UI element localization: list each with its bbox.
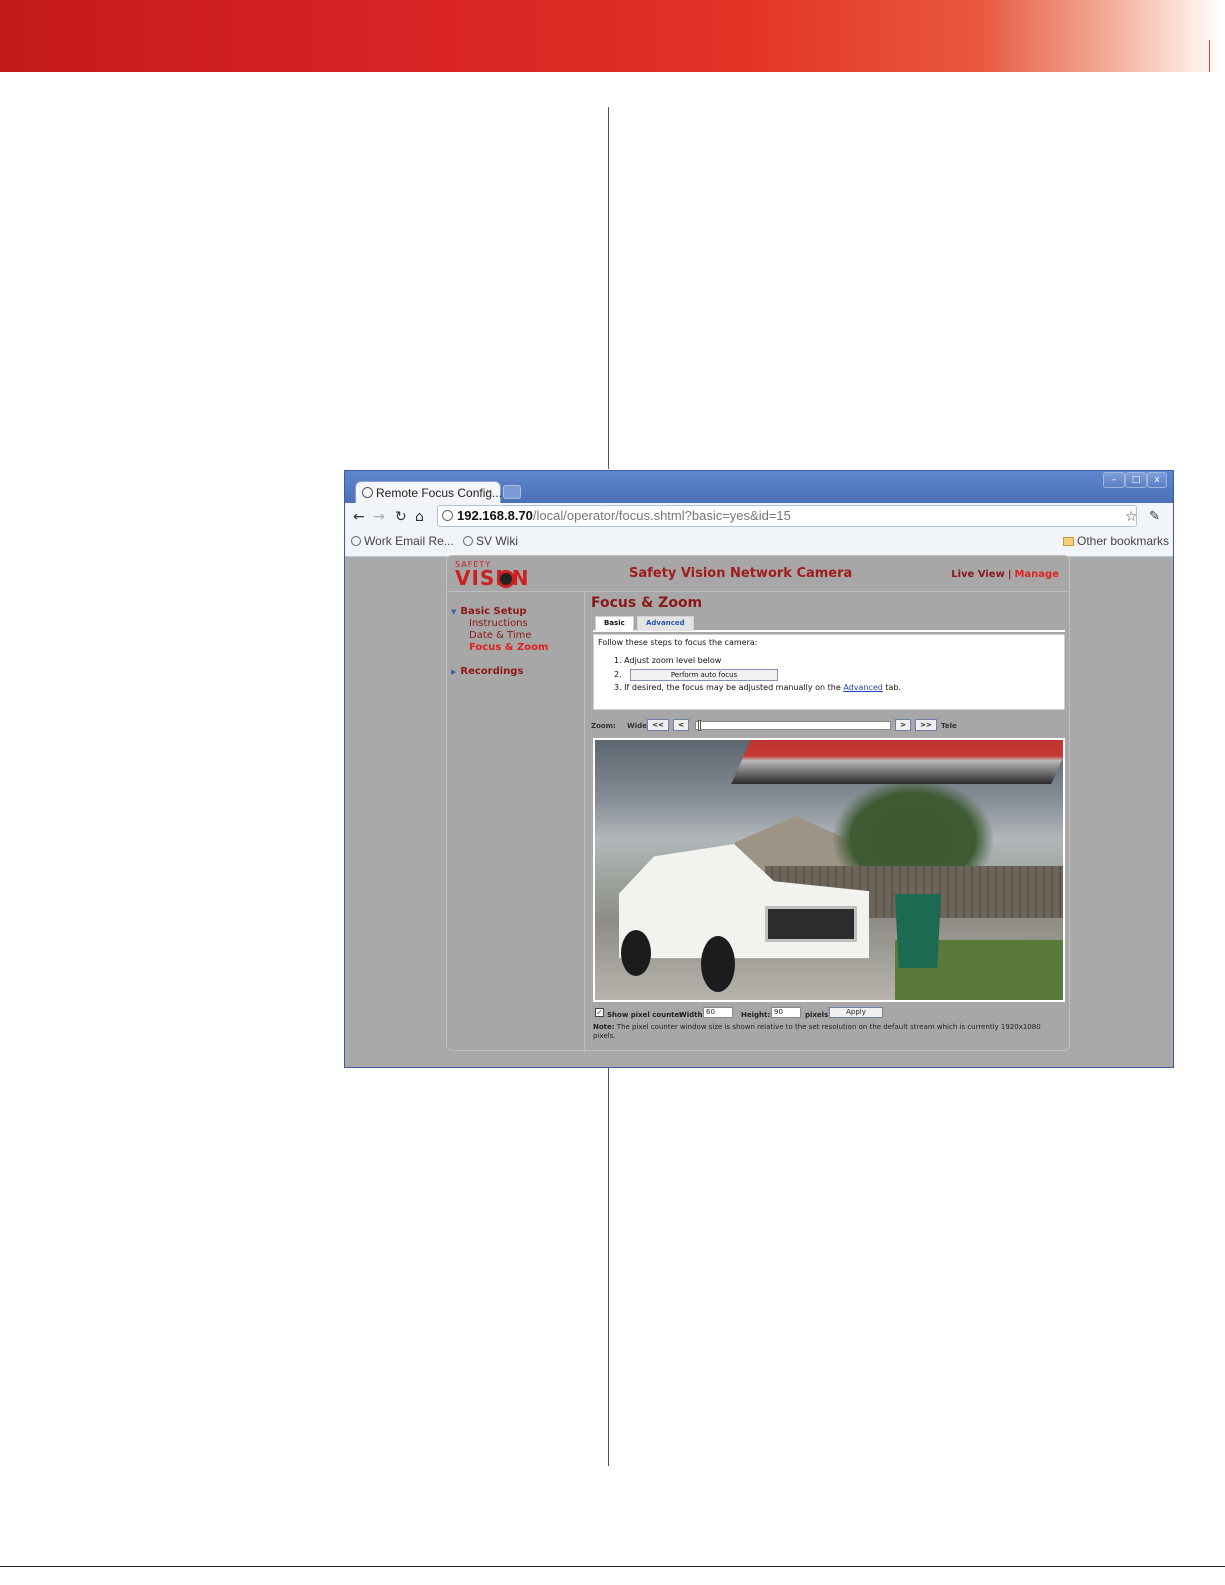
camera-video-feed	[593, 738, 1065, 1002]
column-divider-bottom	[608, 1068, 609, 1466]
top-links: Live View | Manage	[951, 569, 1059, 580]
logo-eye-icon	[497, 570, 515, 588]
perform-auto-focus-button[interactable]: Perform auto focus	[630, 669, 778, 681]
forward-arrow-icon[interactable]: →	[373, 509, 385, 525]
logo-vision-text: VISI N	[455, 566, 530, 590]
footer-rule	[0, 1566, 1225, 1567]
instructions-intro: Follow these steps to focus the camera:	[598, 638, 758, 647]
browser-tab[interactable]: Remote Focus Config... ×	[355, 481, 503, 505]
sidebar-section-recordings[interactable]: ▶ Recordings	[451, 666, 523, 677]
page-info-icon	[442, 510, 453, 521]
close-window-button[interactable]: x	[1147, 472, 1167, 488]
video-truck-wheel	[621, 930, 651, 976]
advanced-tab-link[interactable]: Advanced	[843, 683, 883, 692]
note-label: Note:	[593, 1023, 615, 1031]
bookmark-label: Work Email Re...	[364, 534, 454, 548]
folder-icon	[1063, 537, 1074, 546]
minimize-button[interactable]: –	[1103, 472, 1125, 488]
app-header: SAFETY VISI N Safety Vision Network Came…	[447, 556, 1069, 592]
url-path: /local/operator/focus.shtml?basic=yes&id…	[532, 508, 791, 523]
pixel-counter-controls: ✓ Show pixel counter Width: 60 Height: 9…	[593, 1006, 1067, 1022]
width-label: Width:	[679, 1011, 706, 1019]
instruction-step-1: 1. Adjust zoom level below	[614, 656, 722, 665]
zoom-fast-forward-button[interactable]: >>	[915, 719, 937, 731]
home-icon[interactable]: ⌂	[415, 509, 424, 525]
expand-arrow-icon: ▼	[451, 608, 457, 616]
bookmark-sv-wiki[interactable]: SV Wiki	[463, 534, 518, 548]
zoom-back-button[interactable]: <	[673, 719, 689, 731]
sidebar-item-instructions[interactable]: Instructions	[469, 618, 528, 629]
browser-toolbar: ← → ↻ ⌂ 192.168.8.70/local/operator/focu…	[345, 503, 1173, 557]
note-text: The pixel counter window size is shown r…	[593, 1023, 1041, 1040]
main-content: Focus & Zoom Basic Advanced Follow these…	[589, 592, 1067, 1050]
column-divider-top	[608, 107, 609, 469]
document-page: Remote Focus Config... × – □ x ← → ↻ ⌂ 1…	[0, 0, 1225, 1585]
instruction-step-2: 2.	[614, 670, 622, 679]
video-truck-grille	[765, 906, 857, 942]
zoom-fast-back-button[interactable]: <<	[647, 719, 669, 731]
zoom-slider[interactable]	[695, 720, 891, 731]
zoom-forward-button[interactable]: >	[895, 719, 911, 731]
collapsed-arrow-icon: ▶	[451, 668, 457, 676]
sidebar-item-date-time[interactable]: Date & Time	[469, 630, 532, 641]
video-trash-bin	[895, 894, 941, 968]
manage-link[interactable]: Manage	[1014, 569, 1059, 580]
step3-text: 3. If desired, the focus may be adjusted…	[614, 683, 844, 692]
back-arrow-icon[interactable]: ←	[353, 509, 365, 525]
width-input[interactable]: 60	[703, 1007, 733, 1018]
zoom-label: Zoom:	[591, 722, 616, 730]
new-tab-button[interactable]	[503, 485, 521, 499]
other-bookmarks[interactable]: Other bookmarks	[1063, 534, 1169, 548]
app-title: Safety Vision Network Camera	[629, 566, 853, 581]
apply-button[interactable]: Apply	[829, 1007, 883, 1018]
video-stop-sign-edge	[731, 740, 1063, 784]
height-input[interactable]: 90	[771, 1007, 801, 1018]
show-pixel-counter-checkbox[interactable]: ✓	[595, 1008, 604, 1017]
reload-icon[interactable]: ↻	[395, 509, 407, 525]
instruction-step-3: 3. If desired, the focus may be adjusted…	[614, 683, 901, 692]
tab-title: Remote Focus Config...	[376, 486, 503, 500]
sidebar-section-label: Basic Setup	[460, 606, 527, 617]
sidebar-section-basic-setup[interactable]: ▼ Basic Setup	[451, 606, 527, 617]
bookmark-label: SV Wiki	[476, 534, 518, 548]
pixels-unit-label: pixels	[805, 1011, 829, 1019]
zoom-controls: Zoom: Wide << < > >> Tele	[591, 718, 1065, 734]
pixel-counter-note: Note: The pixel counter window size is s…	[593, 1023, 1065, 1041]
camera-config-app: SAFETY VISI N Safety Vision Network Came…	[446, 555, 1070, 1052]
step3-suffix: tab.	[882, 683, 902, 692]
browser-titlebar: Remote Focus Config... × – □ x	[345, 471, 1173, 505]
bookmarks-bar: Work Email Re... SV Wiki Other bookmarks	[345, 529, 1173, 553]
maximize-button[interactable]: □	[1125, 472, 1147, 488]
tab-basic[interactable]: Basic	[595, 616, 634, 631]
sidebar-item-focus-zoom[interactable]: Focus & Zoom	[469, 642, 548, 653]
bookmark-star-icon[interactable]: ☆	[1125, 509, 1138, 525]
zoom-tele-label: Tele	[941, 722, 957, 730]
sidebar: ▼ Basic Setup Instructions Date & Time Fo…	[447, 592, 585, 1052]
bookmark-globe-icon	[351, 536, 361, 546]
live-view-link[interactable]: Live View	[951, 569, 1005, 580]
url-host: 192.168.8.70	[457, 508, 533, 523]
height-label: Height:	[741, 1011, 771, 1019]
show-pixel-counter-label: Show pixel counter	[607, 1011, 683, 1019]
instructions-panel: Follow these steps to focus the camera: …	[593, 634, 1065, 710]
tab-close-icon[interactable]: ×	[486, 487, 492, 498]
browser-window: Remote Focus Config... × – □ x ← → ↻ ⌂ 1…	[344, 470, 1174, 1068]
link-separator: |	[1007, 569, 1012, 580]
zoom-wide-label: Wide	[627, 722, 647, 730]
other-bookmarks-label: Other bookmarks	[1077, 534, 1170, 548]
sidebar-section-label: Recordings	[460, 666, 524, 677]
tab-bar: Basic Advanced	[593, 616, 1065, 632]
zoom-slider-handle[interactable]	[698, 720, 701, 731]
header-banner	[0, 0, 1225, 72]
banner-rule	[1209, 40, 1210, 72]
wrench-menu-icon[interactable]: ✎	[1149, 509, 1160, 524]
video-truck-wheel	[701, 936, 735, 992]
page-globe-icon	[362, 487, 373, 498]
address-bar[interactable]: 192.168.8.70/local/operator/focus.shtml?…	[437, 505, 1137, 527]
page-title: Focus & Zoom	[591, 595, 703, 611]
tab-advanced[interactable]: Advanced	[637, 616, 694, 631]
bookmark-globe-icon	[463, 536, 473, 546]
bookmark-work-email[interactable]: Work Email Re...	[351, 534, 454, 548]
